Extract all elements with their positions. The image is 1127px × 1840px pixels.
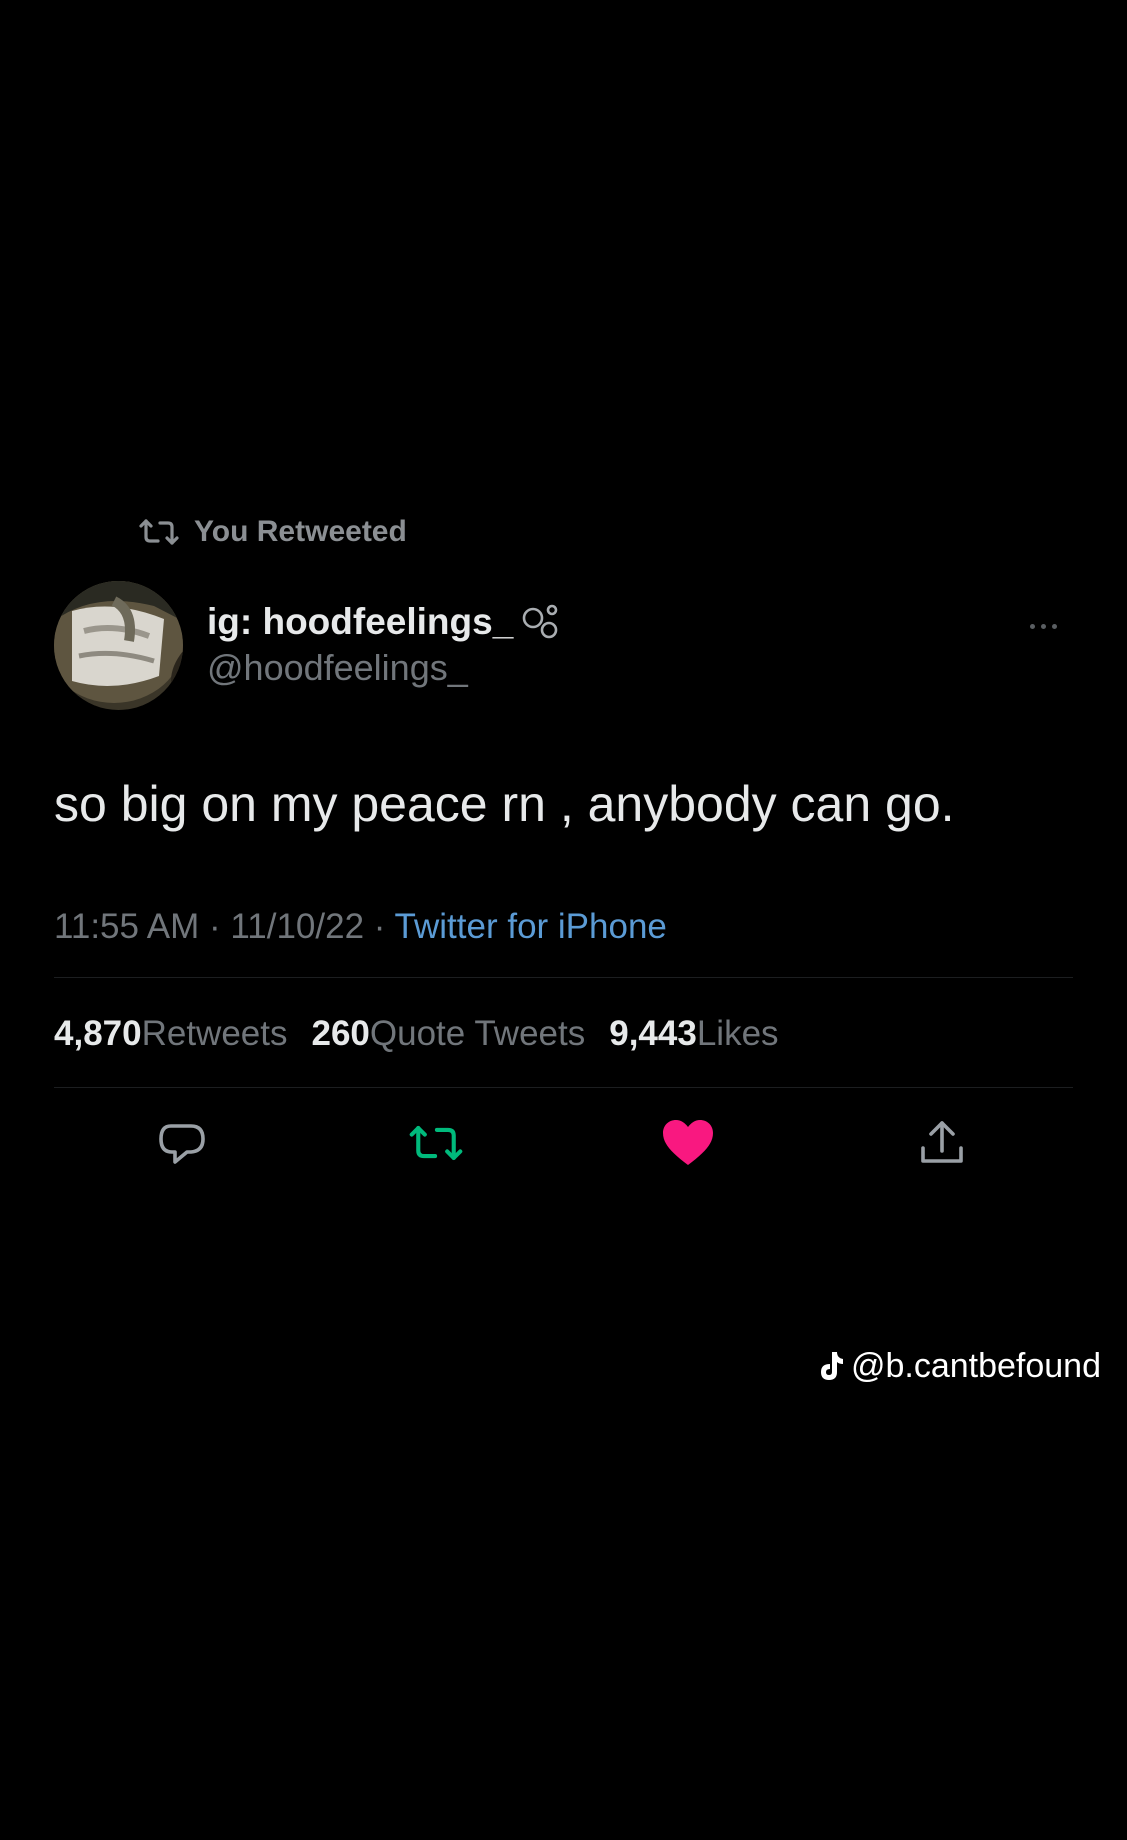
more-dot <box>1051 623 1057 629</box>
tweet-text: so big on my peace rn , anybody can go. <box>54 776 955 832</box>
retweet-context-icon <box>138 517 180 547</box>
author-display-name-row[interactable]: ig: hoodfeelings_ <box>207 600 563 644</box>
tiktok-watermark: @b.cantbefound <box>817 1346 1101 1386</box>
retweet-context-label: You Retweeted <box>194 515 407 548</box>
tweet-actions <box>0 1118 1127 1168</box>
stat-likes-count: 9,443 <box>609 1014 697 1053</box>
stat-retweets[interactable]: 4,870Retweets <box>54 1012 288 1056</box>
reply-icon <box>159 1124 205 1164</box>
tweet-time[interactable]: 11:55 AM <box>54 907 199 946</box>
author-handle[interactable]: @hoodfeelings_ <box>207 646 563 690</box>
share-button[interactable] <box>914 1118 970 1168</box>
tweet-stats: 4,870Retweets 260Quote Tweets 9,443Likes <box>54 1012 779 1056</box>
stat-retweets-label: Retweets <box>141 1014 288 1053</box>
tiktok-icon <box>817 1350 845 1382</box>
retweet-icon <box>409 1126 463 1160</box>
like-button[interactable] <box>660 1118 716 1168</box>
stat-retweets-count: 4,870 <box>54 1014 142 1053</box>
heart-icon <box>663 1120 713 1165</box>
retweet-button[interactable] <box>408 1118 464 1168</box>
watermark-text: @b.cantbefound <box>850 1347 1101 1385</box>
circles-badge-icon <box>519 600 563 644</box>
stat-quote-tweets-count: 260 <box>311 1014 370 1053</box>
reply-button[interactable] <box>154 1118 210 1168</box>
more-options-icon[interactable] <box>1021 616 1065 636</box>
stat-likes[interactable]: 9,443Likes <box>609 1012 778 1056</box>
more-dot <box>1029 623 1035 629</box>
retweet-context: You Retweeted <box>138 515 407 549</box>
stat-likes-label: Likes <box>696 1014 779 1053</box>
divider <box>54 1087 1073 1088</box>
tweet-source-link[interactable]: Twitter for iPhone <box>395 907 667 946</box>
divider <box>54 977 1073 978</box>
author-display-name[interactable]: ig: hoodfeelings_ <box>207 600 513 644</box>
author-names: ig: hoodfeelings_ @hoodfeelings_ <box>207 600 563 690</box>
tweet-author: ig: hoodfeelings_ @hoodfeelings_ <box>54 578 1073 713</box>
meta-separator: · <box>373 907 386 946</box>
meta-separator: · <box>209 907 221 946</box>
more-dot <box>1040 623 1046 629</box>
stat-quote-tweets[interactable]: 260Quote Tweets <box>312 1012 586 1056</box>
avatar[interactable] <box>54 581 183 710</box>
tweet-meta: 11:55 AM · 11/10/22 · Twitter for iPhone <box>54 905 667 949</box>
share-icon <box>921 1121 963 1163</box>
tweet-date[interactable]: 11/10/22 <box>230 907 364 946</box>
stat-quote-tweets-label: Quote Tweets <box>369 1014 586 1053</box>
